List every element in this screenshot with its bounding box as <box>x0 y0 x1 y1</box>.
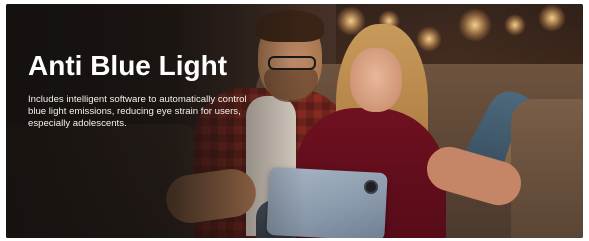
product-feature-banner: Anti Blue Light Includes intelligent sof… <box>6 4 583 238</box>
woman-face <box>350 48 402 112</box>
banner-title: Anti Blue Light <box>28 50 228 81</box>
warm-light-bokeh <box>458 8 492 42</box>
warm-light-bokeh <box>416 26 442 52</box>
warm-light-bokeh <box>538 4 566 32</box>
sofa-arm <box>511 99 583 238</box>
tablet-camera-icon <box>364 180 378 194</box>
warm-light-bokeh <box>504 14 526 36</box>
banner-description: Includes intelligent software to automat… <box>28 94 247 130</box>
